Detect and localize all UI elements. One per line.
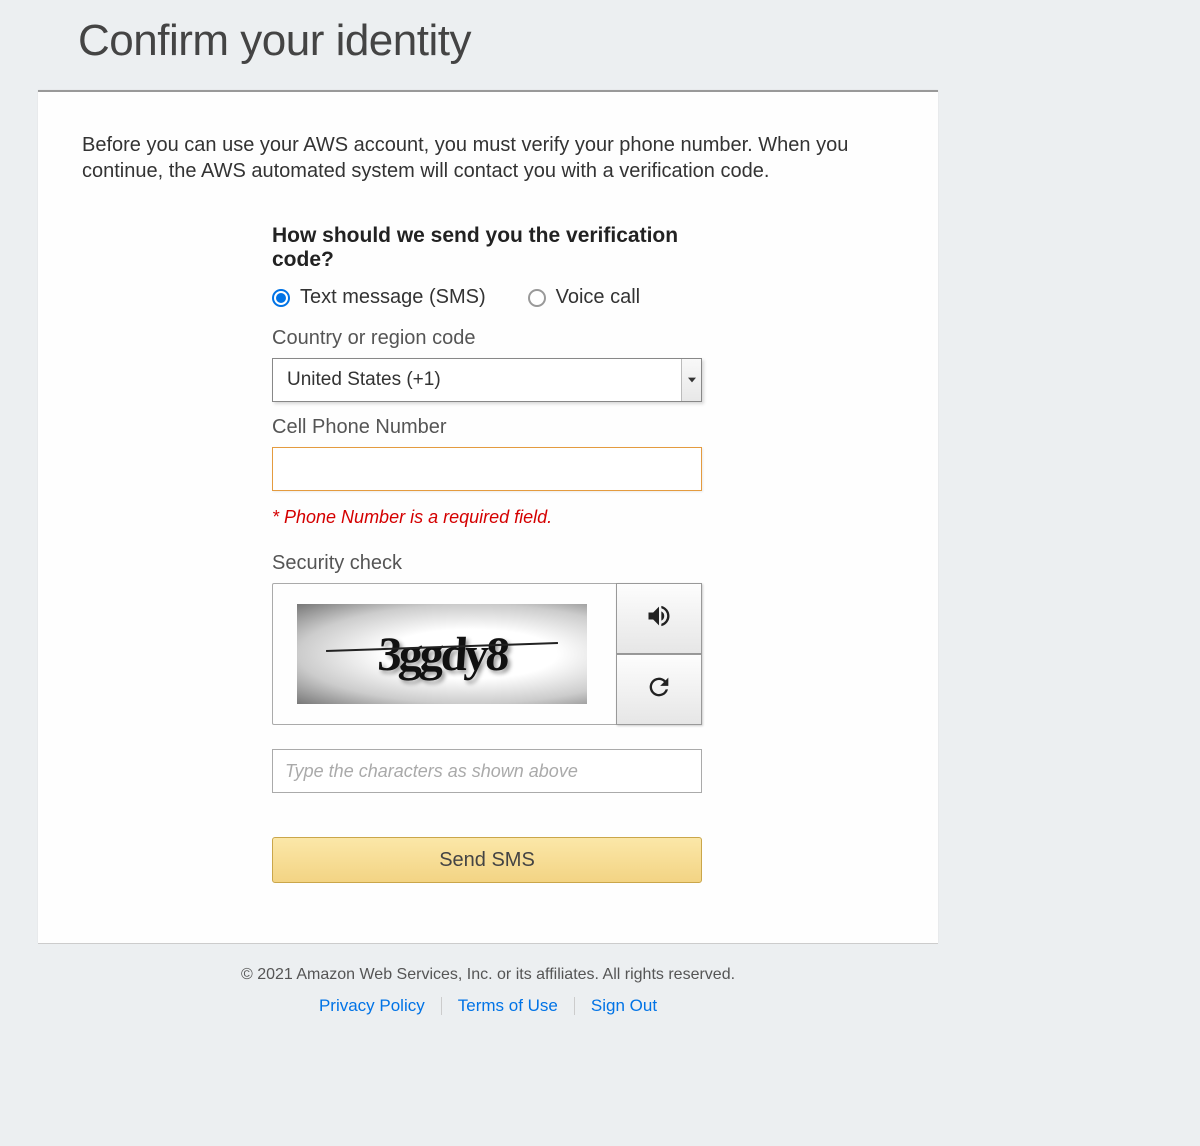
footer: © 2021 Amazon Web Services, Inc. or its … <box>38 943 938 1038</box>
phone-label: Cell Phone Number <box>272 416 702 439</box>
captcha-audio-button[interactable] <box>616 583 702 654</box>
captcha-input[interactable] <box>272 749 702 793</box>
country-selected-value: United States (+1) <box>287 369 441 391</box>
radio-icon <box>528 289 546 307</box>
country-select[interactable]: United States (+1) <box>272 358 702 402</box>
chevron-down-icon <box>681 359 701 401</box>
terms-of-use-link[interactable]: Terms of Use <box>442 996 574 1016</box>
refresh-icon <box>645 673 673 706</box>
identity-card: Before you can use your AWS account, you… <box>38 90 938 943</box>
captcha-text: 3ggdy8 <box>376 627 509 682</box>
sign-out-link[interactable]: Sign Out <box>575 996 673 1016</box>
radio-sms[interactable]: Text message (SMS) <box>272 286 486 309</box>
footer-links: Privacy Policy Terms of Use Sign Out <box>38 996 938 1016</box>
form-area: How should we send you the verification … <box>272 224 702 883</box>
security-label: Security check <box>272 552 702 575</box>
captcha-box: 3ggdy8 <box>272 583 702 725</box>
privacy-policy-link[interactable]: Privacy Policy <box>303 996 441 1016</box>
captcha-refresh-button[interactable] <box>616 654 702 725</box>
radio-icon <box>272 289 290 307</box>
phone-error: * Phone Number is a required field. <box>272 507 702 528</box>
footer-copyright: © 2021 Amazon Web Services, Inc. or its … <box>38 966 938 984</box>
intro-text: Before you can use your AWS account, you… <box>82 132 894 184</box>
country-label: Country or region code <box>272 327 702 350</box>
speaker-icon <box>645 602 673 635</box>
radio-voice[interactable]: Voice call <box>528 286 641 309</box>
radio-voice-label: Voice call <box>556 286 641 309</box>
verification-method-group: Text message (SMS) Voice call <box>272 286 702 309</box>
send-sms-button[interactable]: Send SMS <box>272 837 702 883</box>
verification-question: How should we send you the verification … <box>272 224 702 272</box>
page-title: Confirm your identity <box>38 6 938 90</box>
captcha-image: 3ggdy8 <box>297 604 587 704</box>
phone-input[interactable] <box>272 447 702 491</box>
radio-sms-label: Text message (SMS) <box>300 286 486 309</box>
